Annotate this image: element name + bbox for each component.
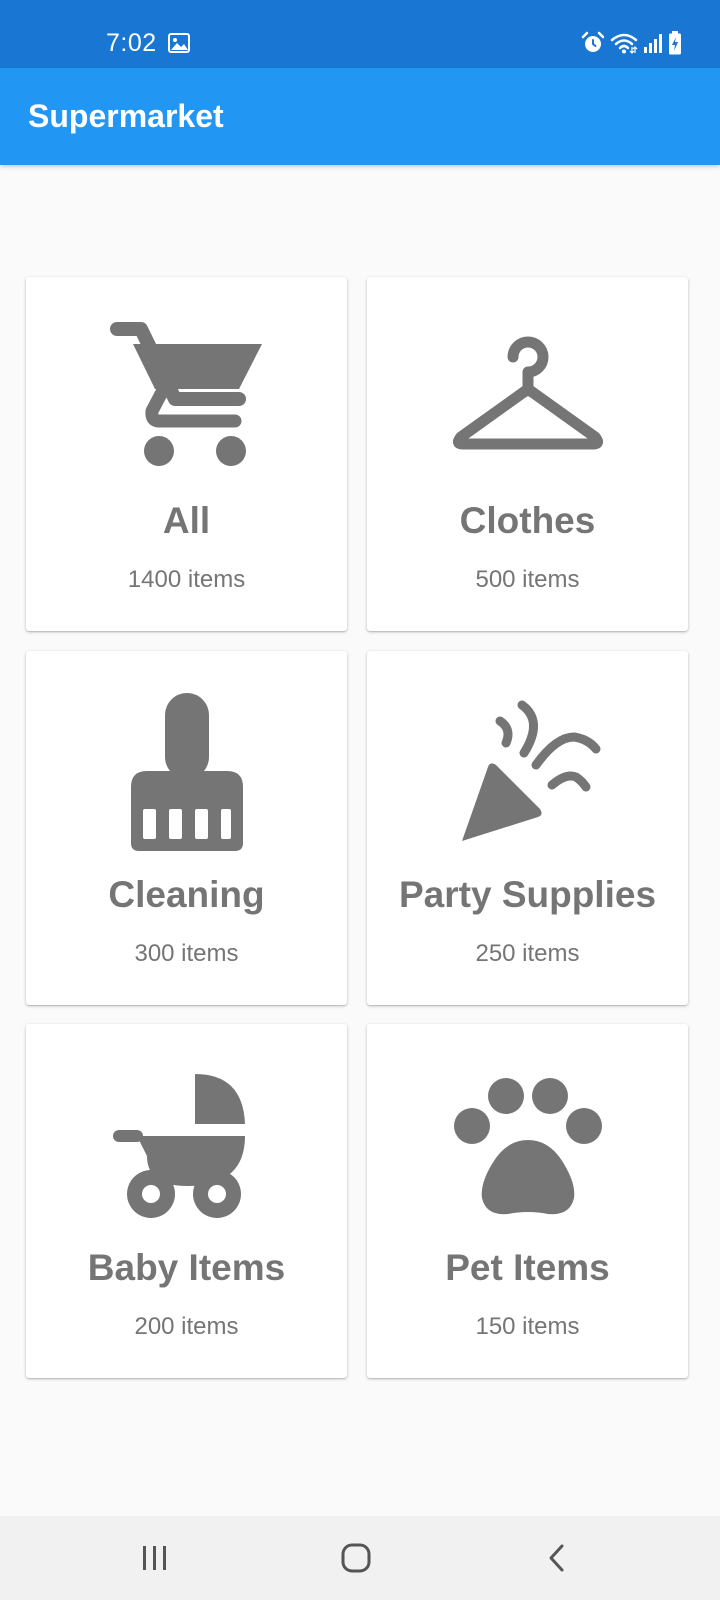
card-icon-container xyxy=(26,1066,347,1226)
back-icon xyxy=(549,1544,564,1572)
app-bar: Supermarket xyxy=(0,68,720,165)
card-icon-container xyxy=(367,693,688,853)
hanger-icon xyxy=(452,336,603,450)
card-icon-container xyxy=(26,693,347,853)
home-button[interactable] xyxy=(296,1516,416,1600)
category-title: All xyxy=(162,500,211,541)
signal-icon xyxy=(644,34,662,53)
category-count: 1400 items xyxy=(127,566,246,593)
category-card-pet-items[interactable]: Pet Items 150 items xyxy=(367,1024,688,1378)
recent-apps-icon xyxy=(143,1546,166,1570)
app-title: Supermarket xyxy=(28,98,224,134)
category-count: 300 items xyxy=(134,940,239,967)
back-button[interactable] xyxy=(497,1516,617,1600)
stroller-icon xyxy=(112,1074,245,1218)
battery-charging-icon xyxy=(669,31,681,55)
card-icon-container xyxy=(367,1066,688,1226)
photo-icon xyxy=(168,33,190,53)
category-title: Clothes xyxy=(459,500,596,541)
category-card-all[interactable]: All 1400 items xyxy=(26,277,347,631)
card-icon-container xyxy=(367,319,688,479)
category-card-baby-items[interactable]: Baby Items 200 items xyxy=(26,1024,347,1378)
wifi-icon xyxy=(610,33,638,54)
recent-apps-button[interactable] xyxy=(95,1516,215,1600)
status-bar: 7:02 xyxy=(0,0,720,68)
home-icon xyxy=(341,1543,371,1573)
category-title: Pet Items xyxy=(445,1247,610,1288)
party-popper-icon xyxy=(461,700,600,841)
category-count: 200 items xyxy=(134,1313,239,1340)
status-icons xyxy=(581,30,682,56)
category-card-party-supplies[interactable]: Party Supplies 250 items xyxy=(367,651,688,1005)
cleaning-brush-icon xyxy=(130,693,243,851)
category-title: Cleaning xyxy=(108,874,265,915)
shopping-cart-icon xyxy=(109,322,262,466)
category-title: Party Supplies xyxy=(398,874,657,915)
paw-icon xyxy=(453,1078,602,1215)
category-count: 150 items xyxy=(475,1313,580,1340)
alarm-icon xyxy=(581,31,605,52)
category-title: Baby Items xyxy=(87,1247,286,1288)
status-time: 7:02 xyxy=(106,29,157,57)
category-card-clothes[interactable]: Clothes 500 items xyxy=(367,277,688,631)
system-nav-bar xyxy=(0,1516,720,1600)
category-card-cleaning[interactable]: Cleaning 300 items xyxy=(26,651,347,1005)
category-count: 250 items xyxy=(475,940,580,967)
card-icon-container xyxy=(26,319,347,479)
category-count: 500 items xyxy=(475,566,580,593)
